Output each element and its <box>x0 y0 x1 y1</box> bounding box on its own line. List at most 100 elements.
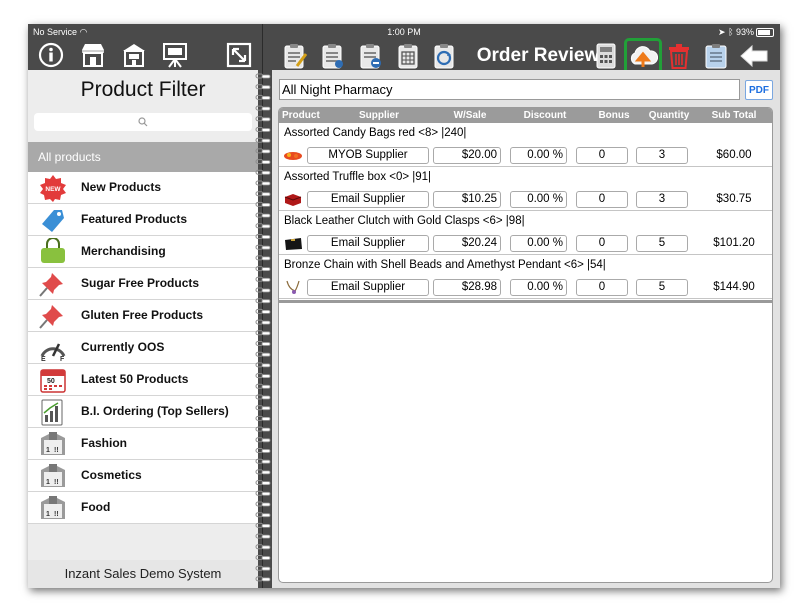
product-name: Assorted Truffle box <0> |91| <box>284 171 432 183</box>
candy-thumb <box>284 152 302 160</box>
customer-name-field[interactable]: All Night Pharmacy <box>279 79 740 100</box>
subtotal-value: $60.00 <box>716 149 752 161</box>
clock: 1:00 PM <box>387 27 421 37</box>
table-row[interactable]: Assorted Truffle box <0> |91| Email Supp… <box>279 167 772 211</box>
clipboard-pen-icon[interactable] <box>282 42 308 70</box>
col-discount: Discount <box>523 110 567 121</box>
supplier-field[interactable]: Email Supplier <box>307 235 429 252</box>
supplier-field[interactable]: MYOB Supplier <box>307 147 429 164</box>
filter-all-products[interactable]: All products <box>28 142 258 172</box>
quantity-field[interactable]: 3 <box>636 191 688 208</box>
svg-text:1: 1 <box>46 479 50 486</box>
info-icon[interactable] <box>38 42 64 68</box>
product-name: Bronze Chain with Shell Beads and Amethy… <box>284 259 606 271</box>
svg-text:1: 1 <box>46 511 50 518</box>
ipad-screen: No Service ◠ 1:00 PM ➤ ᛒ 93% Order Revie… <box>28 24 780 588</box>
filter-gluten-free[interactable]: Gluten Free Products <box>28 300 258 332</box>
sync-icon[interactable] <box>432 42 458 70</box>
shop-icon[interactable] <box>120 41 148 69</box>
page-title: Order Review <box>476 45 600 66</box>
clipboard-list-icon[interactable] <box>396 42 422 70</box>
col-subtotal: Sub Total <box>711 110 757 121</box>
filter-sugar-free[interactable]: Sugar Free Products <box>28 268 258 300</box>
filter-featured-products[interactable]: Featured Products <box>28 204 258 236</box>
filter-bi-ordering[interactable]: B.I. Ordering (Top Sellers) <box>28 396 258 428</box>
bar-chart-icon <box>41 399 63 426</box>
expand-icon[interactable] <box>226 42 252 68</box>
status-bar: No Service ◠ 1:00 PM ➤ ᛒ 93% <box>28 24 780 40</box>
filter-currently-oos[interactable]: EF Currently OOS <box>28 332 258 364</box>
filter-food[interactable]: 1!! Food <box>28 492 258 524</box>
wsale-field[interactable]: $10.25 <box>433 191 501 208</box>
table-row[interactable]: Assorted Candy Bags red <8> |240| MYOB S… <box>279 123 772 167</box>
filter-label: Fashion <box>81 436 128 450</box>
discount-field[interactable]: 0.00 % <box>510 191 567 208</box>
truffle-thumb <box>284 194 302 206</box>
filter-new-products[interactable]: NEW New Products <box>28 172 258 204</box>
store-icon[interactable] <box>79 41 107 69</box>
filter-cosmetics[interactable]: 1!! Cosmetics <box>28 460 258 492</box>
back-arrow-icon[interactable] <box>739 44 769 68</box>
col-quantity: Quantity <box>648 110 690 121</box>
table-row[interactable]: Bronze Chain with Shell Beads and Amethy… <box>279 255 772 299</box>
filter-label: Food <box>81 500 111 514</box>
spiral-binding <box>255 73 271 582</box>
supplier-field[interactable]: Email Supplier <box>307 191 429 208</box>
bonus-field[interactable]: 0 <box>576 191 628 208</box>
bonus-field[interactable]: 0 <box>576 279 628 296</box>
search-icon <box>138 117 148 127</box>
presentation-icon[interactable] <box>161 41 189 69</box>
wsale-field[interactable]: $20.00 <box>433 147 501 164</box>
quantity-field[interactable]: 5 <box>636 235 688 252</box>
pdf-button[interactable]: PDF <box>745 80 773 100</box>
bonus-field[interactable]: 0 <box>576 235 628 252</box>
filter-merchandising[interactable]: Merchandising <box>28 236 258 268</box>
filter-label: Latest 50 Products <box>81 372 189 386</box>
wsale-field[interactable]: $20.24 <box>433 235 501 252</box>
sidebar-footer: Inzant Sales Demo System <box>28 560 258 588</box>
search-input[interactable] <box>34 113 252 131</box>
filter-label: New Products <box>81 180 162 194</box>
filter-list: NEW New Products Featured Products Merch… <box>28 172 258 524</box>
svg-text:NEW: NEW <box>45 186 61 193</box>
filter-label: Featured Products <box>81 212 188 226</box>
filter-label: Currently OOS <box>81 340 165 354</box>
quantity-field[interactable]: 3 <box>636 147 688 164</box>
clutch-thumb <box>285 238 302 250</box>
col-product: Product <box>282 110 320 121</box>
discount-field[interactable]: 0.00 % <box>510 147 567 164</box>
filter-label: Cosmetics <box>81 468 142 482</box>
discount-field[interactable]: 0.00 % <box>510 235 567 252</box>
svg-text:!!: !! <box>54 447 59 454</box>
calculator-icon[interactable] <box>595 43 617 69</box>
gauge-icon: EF <box>40 343 66 362</box>
col-supplier: Supplier <box>358 110 399 121</box>
trash-icon[interactable] <box>667 42 691 70</box>
table-end-rule <box>279 300 772 303</box>
table-header: Product Supplier W/Sale Discount Bonus Q… <box>279 108 772 123</box>
quantity-field[interactable]: 5 <box>636 279 688 296</box>
order-review-panel: All Night Pharmacy PDF Product Supplier … <box>272 70 780 588</box>
box-icon: 1!! <box>41 496 65 519</box>
pushpin-icon <box>39 273 63 297</box>
bonus-field[interactable]: 0 <box>576 147 628 164</box>
filter-latest-50[interactable]: 50 Latest 50 Products <box>28 364 258 396</box>
svg-text:E: E <box>41 356 46 362</box>
svg-text:!!: !! <box>54 479 59 486</box>
clipboard-icon[interactable] <box>704 42 728 70</box>
discount-field[interactable]: 0.00 % <box>510 279 567 296</box>
filter-fashion[interactable]: 1!! Fashion <box>28 428 258 460</box>
battery-status: ➤ ᛒ 93% <box>718 24 774 40</box>
clipboard-doc-icon[interactable] <box>320 42 346 70</box>
wsale-field[interactable]: $28.98 <box>433 279 501 296</box>
filter-label: B.I. Ordering (Top Sellers) <box>81 404 229 418</box>
table-row[interactable]: Black Leather Clutch with Gold Clasps <6… <box>279 211 772 255</box>
clipboard-minus-icon[interactable] <box>358 42 384 70</box>
filter-label: Gluten Free Products <box>81 308 204 322</box>
order-table: Product Supplier W/Sale Discount Bonus Q… <box>278 107 773 583</box>
pushpin-icon <box>39 305 63 329</box>
supplier-field[interactable]: Email Supplier <box>307 279 429 296</box>
product-name: Assorted Candy Bags red <8> |240| <box>284 127 467 139</box>
svg-text:!!: !! <box>54 511 59 518</box>
battery-icon <box>756 28 774 38</box>
